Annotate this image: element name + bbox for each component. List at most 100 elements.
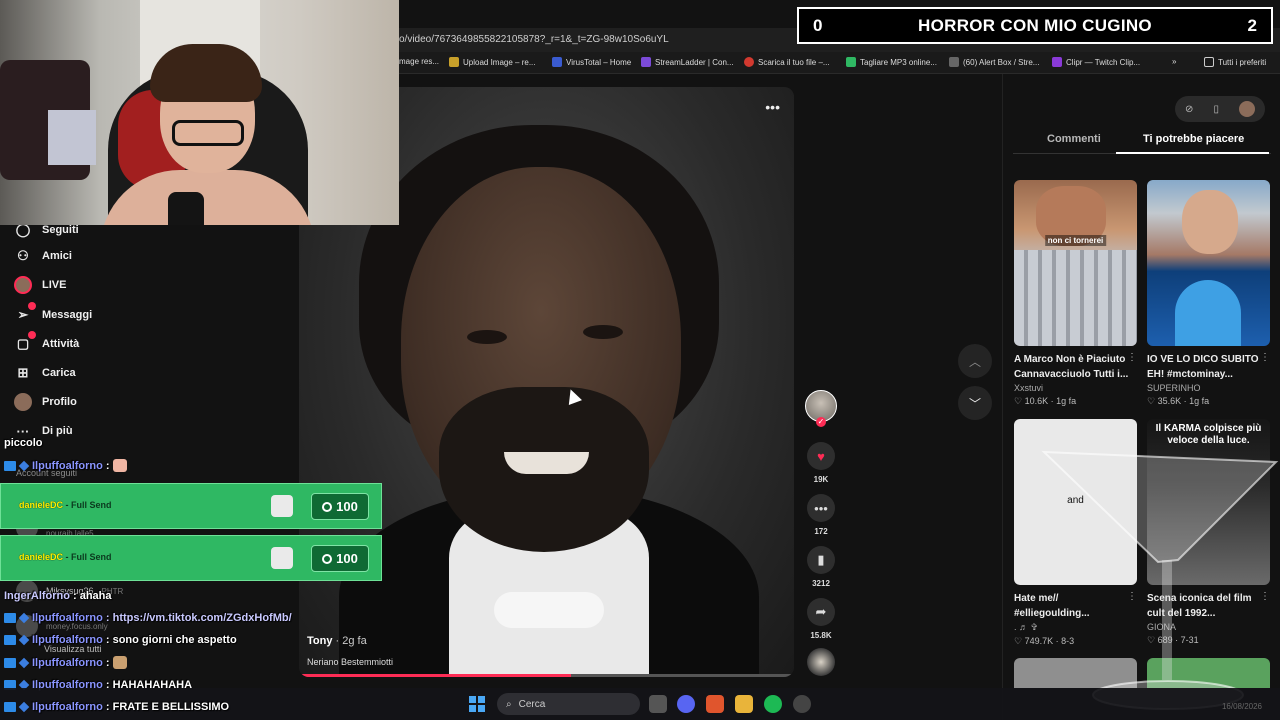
left-score: 0 xyxy=(813,15,823,35)
share-button[interactable]: ➦ 15.8K xyxy=(807,598,835,640)
gem-badge-icon xyxy=(18,634,30,646)
recommended-card[interactable]: non ci tornerei ⋮ A Marco Non è Piaciuto… xyxy=(1014,180,1137,407)
card-author: . ♬ ✞ xyxy=(1014,622,1039,632)
spotify-icon[interactable] xyxy=(764,695,782,713)
save-button[interactable]: ▮ 3212 xyxy=(807,546,835,588)
chevron-down-icon: ﹀ xyxy=(968,396,981,411)
video-thumbnail[interactable]: and xyxy=(1014,419,1137,585)
notification-dot xyxy=(28,302,36,310)
gem-badge-icon xyxy=(18,460,30,471)
recommendations-panel: ⊘ ▯ Commenti Ti potrebbe piacere non ci … xyxy=(1002,74,1280,720)
sidebar-item-friends[interactable]: ⚇ Amici xyxy=(14,247,72,265)
like-button[interactable]: ♥ 19K xyxy=(807,442,835,484)
sidebar-item-messages[interactable]: ➢ Messaggi xyxy=(14,302,92,324)
bookmark-item[interactable]: Tagliare MP3 online... xyxy=(846,57,937,67)
recommended-card[interactable]: Il KARMA colpisce più veloce della luce.… xyxy=(1147,419,1270,646)
previous-video-button[interactable]: ︿ xyxy=(958,344,992,378)
tab-comments[interactable]: Commenti xyxy=(1047,133,1101,145)
more-options-icon[interactable]: ••• xyxy=(765,99,780,115)
sidebar-item-profile[interactable]: Profilo xyxy=(14,393,77,411)
bookmark-item[interactable]: Scarica il tuo file –... xyxy=(744,57,830,67)
card-title: A Marco Non è Piaciuto xyxy=(1014,354,1126,365)
phone-icon[interactable]: ▯ xyxy=(1213,104,1219,115)
compass-icon[interactable]: ⊘ xyxy=(1185,104,1193,115)
video-author[interactable]: Tony · 2g fa xyxy=(307,635,367,647)
more-options-icon[interactable]: ⋮ xyxy=(1127,352,1137,363)
card-title-line2: cult del 1992... xyxy=(1147,608,1216,619)
brave-browser-icon[interactable] xyxy=(706,695,724,713)
heart-outline-icon: ♡ xyxy=(1014,396,1023,406)
webcam-background-shelf xyxy=(48,110,96,165)
bookmark-item[interactable]: Clipr — Twitch Clip... xyxy=(1052,57,1140,67)
chat-message: Ilpuffoalforno: FRATE E BELLISSIMO xyxy=(4,701,229,713)
gem-badge-icon xyxy=(18,701,30,713)
card-stats: ♡ 35.6K · 1g fa xyxy=(1147,396,1210,406)
sidebar-item-activity[interactable]: ▢ Attività xyxy=(14,331,79,353)
bookmark-item[interactable]: VirusTotal – Home xyxy=(552,57,631,67)
comment-button[interactable]: ••• 172 xyxy=(807,494,835,536)
donation-alert: danieleDC - Full Send 100 xyxy=(0,483,382,529)
video-thumbnail[interactable]: non ci tornerei xyxy=(1014,180,1137,346)
microphone xyxy=(168,192,204,225)
bookmark-icon xyxy=(449,57,459,67)
more-options-icon[interactable]: ⋮ xyxy=(1260,591,1270,602)
video-caption: Neriano Bestemmiotti xyxy=(307,657,394,667)
more-options-icon[interactable]: ⋮ xyxy=(1260,352,1270,363)
folder-icon xyxy=(1204,57,1214,67)
friends-icon: ⚇ xyxy=(17,248,29,263)
recommended-card[interactable]: ⋮ IO VE LO DICO SUBITO EH! #mctominay...… xyxy=(1147,180,1270,407)
bookmark-icon xyxy=(552,57,562,67)
video-progress-bar[interactable] xyxy=(299,674,794,677)
taskbar-search[interactable]: ⌕ Cerca xyxy=(497,693,640,715)
messages-icon: ➢ xyxy=(14,302,36,324)
stream-title: HORROR CON MIO CUGINO xyxy=(918,15,1152,35)
card-stats: ♡ 689 · 7-31 xyxy=(1147,635,1199,645)
player-figure xyxy=(1175,280,1241,346)
emote-icon xyxy=(112,459,127,472)
next-video-button[interactable]: ﹀ xyxy=(958,386,992,420)
more-options-icon[interactable]: ⋮ xyxy=(1127,591,1137,602)
gem-badge-icon xyxy=(18,612,30,624)
sidebar-item-live[interactable]: LIVE xyxy=(14,276,66,294)
comment-icon: ••• xyxy=(807,494,835,522)
bookmark-icon xyxy=(846,57,856,67)
video-thumbnail-partial[interactable] xyxy=(1147,658,1270,688)
thumbnail-caption: and xyxy=(1067,495,1084,506)
video-thumbnail[interactable]: Il KARMA colpisce più veloce della luce. xyxy=(1147,419,1270,585)
portrait-smile xyxy=(504,452,589,474)
sidebar-item-upload[interactable]: ⊞ Carica xyxy=(14,364,76,382)
emote-icon xyxy=(112,656,127,669)
subscriber-badge-icon xyxy=(4,460,16,471)
music-disc-icon[interactable] xyxy=(807,648,835,676)
heart-outline-icon: ♡ xyxy=(1147,396,1156,406)
windows-start-icon[interactable] xyxy=(469,696,485,712)
discord-icon[interactable] xyxy=(677,695,695,713)
bookmark-item[interactable]: Upload Image – re... xyxy=(449,57,535,67)
bookmark-item[interactable]: (60) Alert Box / Stre... xyxy=(949,57,1039,67)
follow-plus-icon[interactable]: ✓ xyxy=(816,417,826,427)
bookmark-all-folder[interactable]: Tutti i preferiti xyxy=(1204,57,1266,67)
person-figure xyxy=(1182,190,1238,254)
streamer-glasses xyxy=(172,120,244,146)
obs-icon[interactable] xyxy=(793,695,811,713)
card-title: IO VE LO DICO SUBITO xyxy=(1147,354,1259,365)
user-avatar-icon[interactable] xyxy=(1238,101,1255,117)
bookmark-item[interactable]: StreamLadder | Con... xyxy=(641,57,734,67)
bookmarks-overflow-button[interactable]: » xyxy=(1172,57,1176,66)
tab-recommended[interactable]: Ti potrebbe piacere xyxy=(1143,133,1244,145)
bookmark-icon: ▮ xyxy=(807,546,835,574)
bookmark-icon xyxy=(1052,57,1062,67)
card-title-line2: #elliegoulding... xyxy=(1014,608,1090,619)
bookmark-item[interactable]: mage res... xyxy=(399,57,439,66)
portrait-bow-tie xyxy=(494,592,604,628)
video-thumbnail-partial[interactable] xyxy=(1014,658,1137,688)
recommended-card[interactable]: and ⋮ Hate me// #elliegoulding... . ♬ ✞ … xyxy=(1014,419,1137,647)
task-view-icon[interactable] xyxy=(649,695,667,713)
tshirt-icon xyxy=(271,547,293,569)
video-thumbnail[interactable] xyxy=(1147,180,1270,346)
card-title: Hate me// xyxy=(1014,593,1059,604)
screen: o/video/7673649855822105878?_r=1&_t=ZG-9… xyxy=(0,0,1280,720)
search-icon: ⌕ xyxy=(506,698,512,710)
chevron-up-icon: ︿ xyxy=(968,354,981,369)
file-explorer-icon[interactable] xyxy=(735,695,753,713)
